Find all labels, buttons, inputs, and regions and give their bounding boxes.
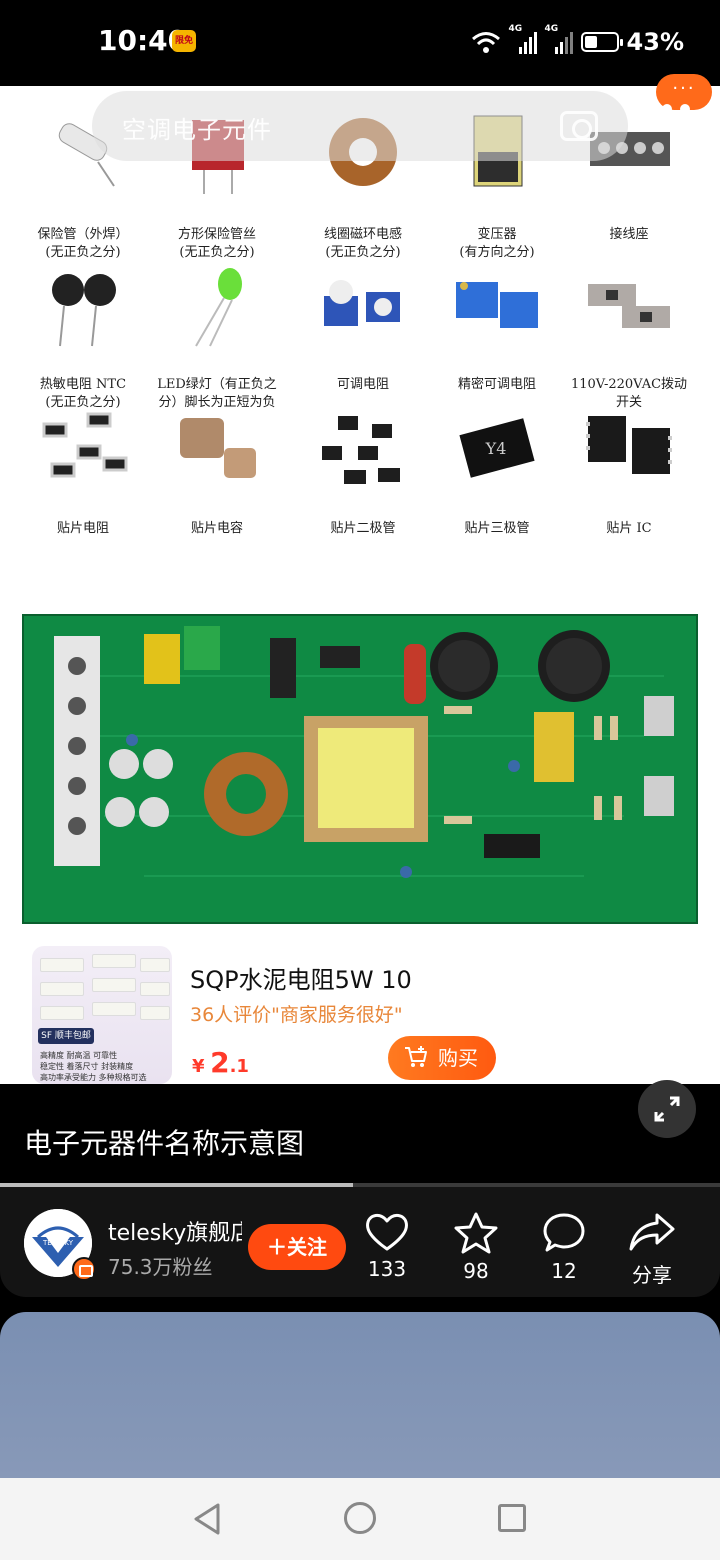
favorite-count: 98 xyxy=(463,1259,489,1283)
price-decimal: .1 xyxy=(229,1056,249,1077)
component-smd-capacitor: 贴片电容 xyxy=(152,400,282,550)
like-count: 133 xyxy=(367,1257,407,1281)
more-menu-icon[interactable] xyxy=(644,104,690,114)
product-title: SQP水泥电阻5W 10 xyxy=(190,966,412,994)
battery-percent: 43% xyxy=(626,28,684,56)
follow-button[interactable]: ＋关注 xyxy=(248,1224,346,1270)
component-label: 贴片二极管 xyxy=(330,521,396,536)
smd-ic-icon xyxy=(586,416,672,474)
product-thumbnail: SF 顺丰包邮 高精度 耐高温 可靠性 稳定性 着落尺寸 封装精度 高功率承受能… xyxy=(32,946,172,1084)
heart-icon xyxy=(366,1214,408,1251)
share-button[interactable]: 分享 xyxy=(617,1211,687,1288)
post-caption: 电子元器件名称示意图 xyxy=(24,1127,305,1160)
buy-label: 购买 xyxy=(438,1046,478,1070)
back-button[interactable] xyxy=(34,98,74,138)
nav-recents-icon[interactable] xyxy=(498,1504,526,1532)
component-label: 可调电阻 xyxy=(336,377,389,392)
wifi-icon xyxy=(471,32,500,53)
ntc-thermistor-icon xyxy=(52,274,116,347)
pcb-board-drawing xyxy=(24,616,696,922)
share-label: 分享 xyxy=(632,1263,672,1287)
smd-resistor-icon xyxy=(42,412,128,478)
component-trimmer-pot: 可调电阻 xyxy=(298,256,428,406)
price-integer: 2 xyxy=(210,1046,230,1079)
battery-icon xyxy=(580,32,623,52)
component-smd-diode: 贴片二极管 xyxy=(298,400,428,550)
post-image[interactable]: 保险管（外焊） (无正负之分) 方形保险管丝 (无正负之分) 线圈磁环电感 (无正负… xyxy=(0,86,720,1084)
component-label: 接线座 xyxy=(609,227,649,242)
status-bar: 10:40 限免 4G 4G 43% xyxy=(0,0,720,86)
component-smd-transistor: Y4 贴片三极管 xyxy=(432,400,562,550)
nav-home-icon[interactable] xyxy=(344,1502,376,1534)
chevron-left-icon xyxy=(40,100,58,132)
component-label: 贴片 IC xyxy=(606,521,652,536)
share-icon xyxy=(629,1213,675,1251)
cart-icon xyxy=(405,1046,427,1067)
signal-2-label: 4G xyxy=(544,24,559,34)
creator-name[interactable]: telesky旗舰店 xyxy=(108,1215,242,1247)
creator-fans: 75.3万粉丝 xyxy=(108,1255,213,1279)
component-ntc-thermistor: 热敏电阻 NTC (无正负之分) xyxy=(18,256,148,410)
component-smd-ic: 贴片 IC xyxy=(564,400,694,550)
status-icons: 4G 4G 43% xyxy=(471,24,684,58)
signal-1-label: 4G xyxy=(508,24,523,34)
comment-icon xyxy=(543,1213,585,1252)
plus-icon: ＋ xyxy=(267,1235,287,1259)
product-reviews: 36人评价"商家服务很好" xyxy=(190,1004,403,1026)
star-icon xyxy=(454,1212,498,1254)
thumbnail-text: 高精度 耐高温 可靠性 稳定性 着落尺寸 封装精度 高功率承受能力 多种规格可选 xyxy=(40,1051,147,1082)
comment-button[interactable]: 12 xyxy=(529,1211,599,1283)
camera-icon[interactable] xyxy=(560,111,598,141)
status-app-badge: 限免 xyxy=(172,30,196,52)
fullscreen-button[interactable] xyxy=(638,1080,696,1138)
caption-band: 电子元器件名称示意图 xyxy=(0,1084,720,1184)
like-button[interactable]: 133 xyxy=(352,1211,422,1281)
buy-button[interactable]: 购买 xyxy=(388,1036,496,1080)
search-bar[interactable]: 空调电子元件 xyxy=(92,91,628,161)
component-slide-switch: 110V-220VAC拨动 开关 xyxy=(564,256,694,410)
next-post-preview[interactable] xyxy=(0,1312,720,1478)
nav-back-icon[interactable] xyxy=(192,1502,222,1536)
component-green-led: LED绿灯（有正负之 分）脚长为正短为负 xyxy=(152,256,282,410)
favorite-button[interactable]: 98 xyxy=(441,1211,511,1283)
smd-transistor-icon: Y4 xyxy=(459,418,535,478)
green-led-icon xyxy=(195,268,242,347)
avatar-text: TELESKY xyxy=(42,1239,74,1247)
expand-icon xyxy=(654,1096,680,1122)
trimmer-pot-icon xyxy=(324,280,400,326)
precision-pot-icon xyxy=(456,282,538,328)
signal-2-icon: 4G xyxy=(545,24,573,54)
thumbnail-logo: SF 顺丰包邮 xyxy=(38,1028,94,1044)
product-card[interactable]: SF 顺丰包邮 高精度 耐高温 可靠性 稳定性 着落尺寸 封装精度 高功率承受能… xyxy=(24,938,520,1092)
component-precision-pot: 精密可调电阻 xyxy=(432,256,562,406)
creator-bar: TELESKY telesky旗舰店 75.3万粉丝 ＋关注 133 98 12… xyxy=(0,1187,720,1297)
system-nav-bar xyxy=(0,1478,720,1560)
follow-label: 关注 xyxy=(287,1235,327,1259)
component-label: 贴片三极管 xyxy=(464,521,530,536)
product-price: ¥ 2.1 xyxy=(192,1046,249,1079)
pcb-photo xyxy=(22,614,698,924)
price-symbol: ¥ xyxy=(192,1056,205,1077)
component-label: 贴片电容 xyxy=(190,521,243,536)
component-label: 贴片电阻 xyxy=(56,521,109,536)
search-input[interactable]: 空调电子元件 xyxy=(122,110,272,145)
signal-1-icon: 4G xyxy=(509,24,537,54)
shop-badge-icon xyxy=(72,1257,96,1281)
slide-switch-icon xyxy=(588,284,670,328)
component-smd-resistor: 贴片电阻 xyxy=(18,400,148,550)
transistor-mark: Y4 xyxy=(485,439,507,458)
comment-count: 12 xyxy=(551,1259,577,1283)
component-label: 精密可调电阻 xyxy=(457,377,536,392)
smd-capacitor-icon xyxy=(180,418,256,478)
smd-diode-icon xyxy=(322,416,400,484)
